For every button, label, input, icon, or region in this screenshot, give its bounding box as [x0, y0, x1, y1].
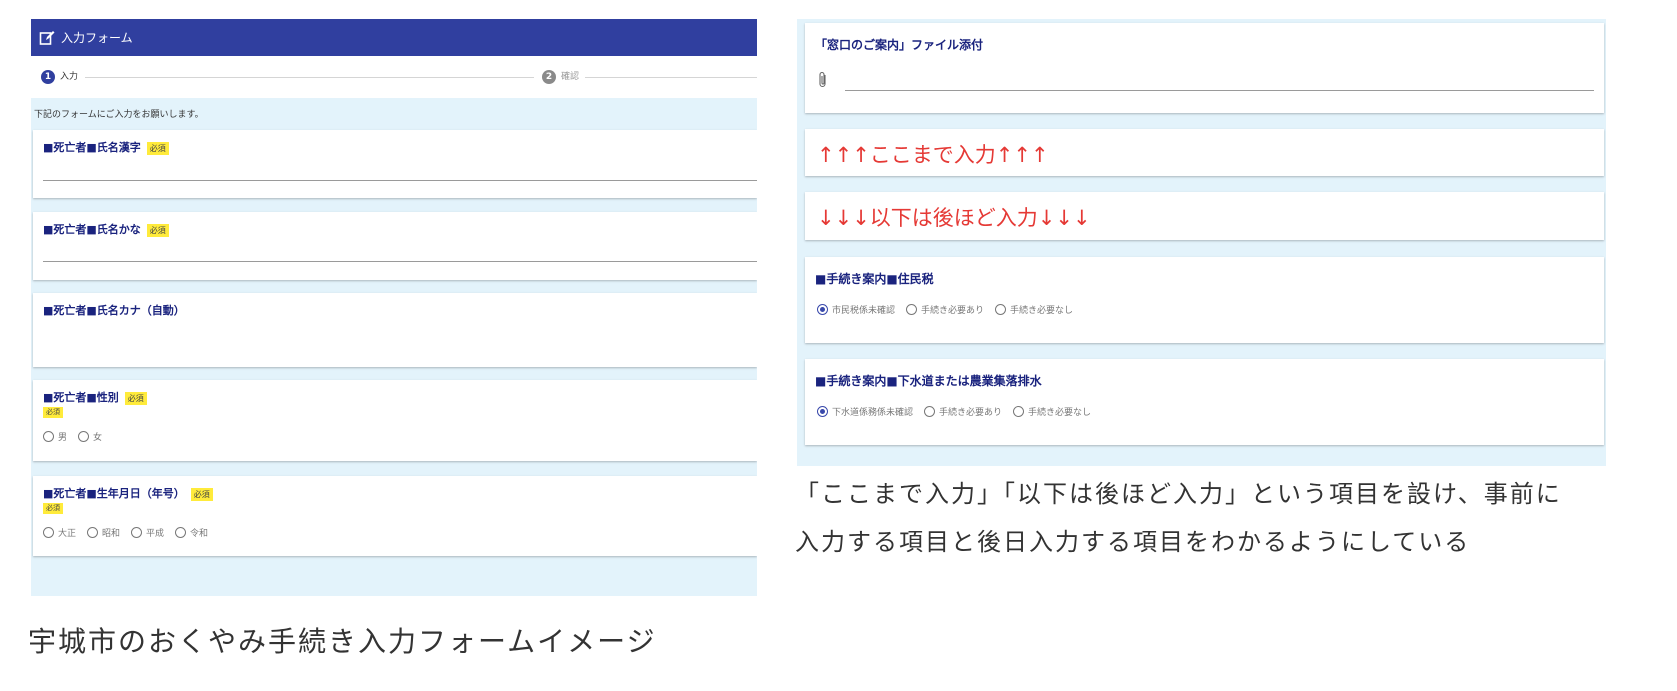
step-2-label[interactable]: 確認: [561, 70, 579, 84]
option-label: 手続き必要なし: [1010, 306, 1074, 316]
resident-tax-option-unconfirmed[interactable]: 市民税係未確認: [817, 303, 895, 316]
field-name-katakana: ■死亡者■氏名カナ（自動）: [33, 293, 757, 367]
field-label: ■死亡者■氏名かな: [43, 223, 141, 236]
required-badge: 必須: [124, 392, 147, 405]
right-caption-line-2: 入力する項目と後日入力する項目をわかるようにしている: [795, 528, 1471, 556]
radio-button[interactable]: [43, 431, 54, 442]
note-up-text: ↑↑↑ここまで入力↑↑↑: [817, 143, 1049, 167]
radio-button-selected[interactable]: [817, 406, 828, 417]
radio-button[interactable]: [87, 527, 99, 538]
field-name-kana: ■死亡者■氏名かな 必須: [33, 212, 757, 280]
step-1-circle[interactable]: 1: [41, 70, 55, 84]
option-label: 手続き必要なし: [1028, 408, 1092, 418]
field-attachment: 「窓口のご案内」ファイル添付: [805, 23, 1604, 113]
field-birth-era: ■死亡者■生年月日（年号） 必須 必須 大正 昭和 平成 令和: [33, 476, 757, 556]
radio-button-selected[interactable]: [817, 304, 828, 315]
note-input-later: ↓↓↓以下は後ほど入力↓↓↓: [805, 192, 1604, 240]
sewer-option-unconfirmed[interactable]: 下水道係務係未確認: [817, 405, 913, 418]
era-option-taisho[interactable]: 大正: [43, 526, 76, 539]
left-form-screenshot: 入力フォーム 1 入力 2 確認 下記のフォームにご入力をお願いします。 ■死亡…: [31, 19, 757, 596]
form-header-title: 入力フォーム: [61, 31, 133, 45]
radio-button[interactable]: [924, 406, 936, 417]
option-label: 市民税係未確認: [832, 306, 896, 316]
era-option-showa[interactable]: 昭和: [87, 526, 120, 539]
required-badge: 必須: [146, 224, 169, 237]
gender-radio-group: 男 女: [43, 430, 108, 443]
field-label: ■死亡者■性別: [43, 391, 119, 404]
step-connector-end: [585, 77, 757, 78]
right-caption: 「ここまで入力」「以下は後ほど入力」という項目を設け、事前に 入力する項目と後日…: [795, 470, 1675, 566]
edit-icon: [39, 30, 55, 45]
paperclip-icon[interactable]: [817, 71, 829, 89]
gender-option-female[interactable]: 女: [78, 430, 102, 443]
era-option-heisei[interactable]: 平成: [131, 526, 164, 539]
gender-option-male[interactable]: 男: [43, 430, 67, 443]
birth-era-radio-group: 大正 昭和 平成 令和: [43, 526, 214, 539]
field-name-katakana-title: ■死亡者■氏名カナ（自動）: [43, 304, 185, 317]
field-sewer-title: ■手続き案内■下水道または農業集落排水: [815, 374, 1042, 388]
radio-button[interactable]: [1013, 406, 1025, 417]
right-form-screenshot: 「窓口のご案内」ファイル添付 ↑↑↑ここまで入力↑↑↑ ↓↓↓以下は後ほど入力↓…: [797, 19, 1606, 466]
field-name-kanji-title: ■死亡者■氏名漢字 必須: [43, 139, 169, 155]
option-label: 令和: [190, 529, 209, 539]
attachment-underline: [845, 90, 1594, 91]
option-label: 男: [58, 433, 68, 443]
note-down-text: ↓↓↓以下は後ほど入力↓↓↓: [817, 206, 1091, 230]
step-2-circle[interactable]: 2: [542, 70, 556, 84]
form-header: 入力フォーム: [31, 19, 757, 56]
step-connector: [85, 77, 534, 78]
field-gender: ■死亡者■性別 必須 必須 男 女: [33, 380, 757, 461]
option-label: 平成: [146, 529, 165, 539]
sewer-option-not-needed[interactable]: 手続き必要なし: [1013, 405, 1091, 418]
era-option-reiwa[interactable]: 令和: [175, 526, 208, 539]
required-badge-small: 必須: [43, 503, 63, 514]
field-label: ■死亡者■氏名漢字: [43, 141, 141, 154]
required-badge-small: 必須: [43, 407, 63, 418]
radio-button[interactable]: [175, 527, 187, 538]
required-badge: 必須: [190, 488, 213, 501]
option-label: 昭和: [102, 529, 121, 539]
left-caption: 宇城市のおくやみ手続き入力フォームイメージ: [28, 625, 657, 658]
radio-button[interactable]: [906, 304, 918, 315]
sewer-option-needed[interactable]: 手続き必要あり: [924, 405, 1002, 418]
resident-tax-option-not-needed[interactable]: 手続き必要なし: [995, 303, 1073, 316]
right-caption-line-1: 「ここまで入力」「以下は後ほど入力」という項目を設け、事前に: [795, 480, 1562, 508]
option-label: 手続き必要あり: [921, 306, 985, 316]
radio-button[interactable]: [131, 527, 143, 538]
field-birth-era-title: ■死亡者■生年月日（年号） 必須: [43, 485, 213, 501]
intro-text: 下記のフォームにご入力をお願いします。: [34, 110, 204, 120]
field-name-kana-title: ■死亡者■氏名かな 必須: [43, 221, 169, 237]
field-sewer: ■手続き案内■下水道または農業集落排水 下水道係務係未確認 手続き必要あり 手続…: [805, 359, 1604, 445]
stepper: 1 入力 2 確認: [31, 56, 757, 98]
field-resident-tax-title: ■手続き案内■住民税: [815, 272, 934, 286]
name-kanji-input[interactable]: [43, 180, 757, 181]
name-kana-input[interactable]: [43, 261, 757, 262]
field-attachment-title: 「窓口のご案内」ファイル添付: [815, 38, 984, 52]
option-label: 下水道係務係未確認: [832, 408, 914, 418]
radio-button[interactable]: [995, 304, 1007, 315]
required-badge: 必須: [146, 142, 169, 155]
radio-button[interactable]: [43, 527, 54, 538]
radio-button[interactable]: [78, 431, 90, 442]
field-label: ■死亡者■生年月日（年号）: [43, 487, 185, 500]
attachment-input[interactable]: [817, 71, 1594, 93]
field-name-kanji: ■死亡者■氏名漢字 必須: [33, 130, 757, 198]
step-1-label[interactable]: 入力: [60, 70, 78, 84]
note-input-until-here: ↑↑↑ここまで入力↑↑↑: [805, 129, 1604, 176]
resident-tax-radio-group: 市民税係未確認 手続き必要あり 手続き必要なし: [817, 303, 1079, 316]
option-label: 大正: [58, 529, 77, 539]
option-label: 手続き必要あり: [939, 408, 1003, 418]
sewer-radio-group: 下水道係務係未確認 手続き必要あり 手続き必要なし: [817, 405, 1097, 418]
option-label: 女: [93, 433, 103, 443]
field-resident-tax: ■手続き案内■住民税 市民税係未確認 手続き必要あり 手続き必要なし: [805, 257, 1604, 343]
field-gender-title: ■死亡者■性別 必須: [43, 389, 147, 405]
resident-tax-option-needed[interactable]: 手続き必要あり: [906, 303, 984, 316]
